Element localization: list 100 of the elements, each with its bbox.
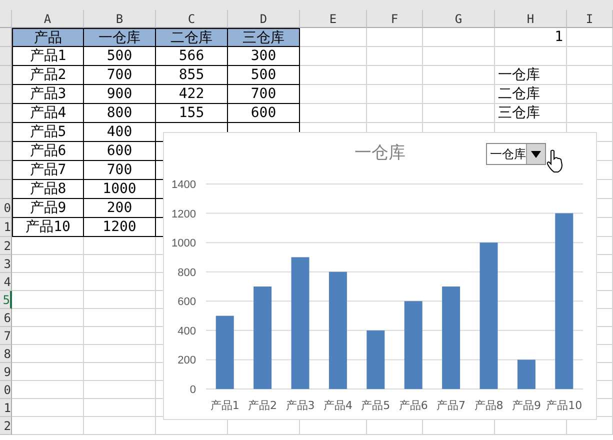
header-cell: 产品 bbox=[12, 28, 84, 47]
row-header[interactable]: 5 bbox=[0, 291, 12, 309]
y-tick-label: 400 bbox=[178, 325, 196, 338]
table-cell bbox=[300, 47, 367, 66]
bar bbox=[517, 360, 536, 389]
x-category-label: 产品9 bbox=[512, 399, 541, 412]
row-header[interactable] bbox=[0, 85, 12, 104]
table-cell bbox=[300, 66, 367, 85]
table-cell bbox=[12, 237, 84, 255]
table-cell: 产品7 bbox=[12, 161, 84, 180]
row-header[interactable]: 4 bbox=[0, 273, 12, 291]
y-tick-label: 600 bbox=[178, 296, 196, 308]
table-cell bbox=[12, 399, 84, 417]
warehouse-dropdown[interactable]: 一仓库 bbox=[486, 143, 546, 165]
row-header[interactable]: 2 bbox=[0, 417, 12, 435]
y-tick-label: 800 bbox=[178, 266, 196, 279]
x-category-label: 产品5 bbox=[361, 399, 390, 412]
row-header[interactable]: 8 bbox=[0, 345, 12, 363]
x-category-label: 产品4 bbox=[323, 399, 352, 412]
table-cell: 500 bbox=[228, 66, 300, 85]
caret-icon bbox=[531, 150, 541, 158]
y-tick-label: 0 bbox=[190, 384, 196, 396]
column-header[interactable]: A bbox=[12, 10, 84, 28]
row-header[interactable] bbox=[0, 28, 12, 47]
row-header[interactable] bbox=[0, 104, 12, 123]
table-cell: 400 bbox=[84, 123, 156, 142]
table-cell: 700 bbox=[84, 161, 156, 180]
table-cell: 产品8 bbox=[12, 180, 84, 199]
dropdown-button[interactable] bbox=[526, 144, 545, 164]
table-cell: 一仓库 bbox=[495, 66, 567, 85]
header-cell: 三仓库 bbox=[228, 28, 300, 47]
column-header[interactable]: D bbox=[228, 10, 300, 28]
row-header[interactable] bbox=[0, 123, 12, 142]
x-category-label: 产品2 bbox=[248, 399, 278, 412]
table-cell bbox=[567, 66, 613, 85]
table-cell: 产品1 bbox=[12, 47, 84, 66]
row-header[interactable]: 6 bbox=[0, 309, 12, 327]
row-header[interactable]: 2 bbox=[0, 237, 12, 255]
table-cell bbox=[12, 417, 84, 435]
column-header[interactable]: F bbox=[367, 10, 423, 28]
table-cell: 155 bbox=[156, 104, 228, 123]
table-cell: 500 bbox=[84, 47, 156, 66]
table-cell: 二仓库 bbox=[495, 85, 567, 104]
chart-title: 一仓库 bbox=[354, 142, 406, 164]
table-cell: 600 bbox=[228, 104, 300, 123]
table-cell: 600 bbox=[84, 142, 156, 161]
x-category-label: 产品1 bbox=[210, 399, 240, 412]
table-cell bbox=[300, 85, 367, 104]
table-cell: 产品9 bbox=[12, 199, 84, 218]
table-cell: 1200 bbox=[84, 218, 156, 237]
row-header[interactable] bbox=[0, 180, 12, 199]
table-cell: 三仓库 bbox=[495, 104, 567, 123]
row-header[interactable] bbox=[0, 142, 12, 161]
table-cell: 900 bbox=[84, 85, 156, 104]
table-cell bbox=[567, 47, 613, 66]
row-header[interactable]: 7 bbox=[0, 327, 12, 345]
row-header[interactable]: 1 bbox=[0, 218, 12, 237]
hand-cursor-icon bbox=[546, 149, 564, 173]
table-cell bbox=[12, 309, 84, 327]
row-header[interactable]: 0 bbox=[0, 381, 12, 399]
row-header[interactable] bbox=[0, 66, 12, 85]
y-tick-label: 200 bbox=[178, 354, 196, 367]
table-cell: 700 bbox=[84, 66, 156, 85]
table-cell bbox=[300, 28, 367, 47]
column-header[interactable]: B bbox=[84, 10, 156, 28]
table-cell: 1000 bbox=[84, 180, 156, 199]
table-cell: 1 bbox=[495, 28, 567, 47]
table-cell bbox=[12, 255, 84, 273]
row-header[interactable]: 9 bbox=[0, 363, 12, 381]
column-header[interactable]: E bbox=[300, 10, 367, 28]
table-cell: 700 bbox=[228, 85, 300, 104]
row-header[interactable]: 0 bbox=[0, 199, 12, 218]
y-tick-label: 1200 bbox=[172, 208, 196, 220]
table-cell bbox=[12, 273, 84, 291]
table-cell bbox=[495, 47, 567, 66]
table-cell: 产品5 bbox=[12, 123, 84, 142]
row-header[interactable]: 1 bbox=[0, 399, 12, 417]
table-cell bbox=[12, 363, 84, 381]
table-cell: 产品2 bbox=[12, 66, 84, 85]
x-category-label: 产品6 bbox=[398, 399, 428, 412]
table-cell bbox=[423, 47, 495, 66]
table-cell bbox=[367, 66, 423, 85]
table-cell: 200 bbox=[84, 199, 156, 218]
x-category-label: 产品8 bbox=[474, 399, 504, 412]
row-header[interactable] bbox=[0, 161, 12, 180]
table-cell bbox=[567, 28, 613, 47]
table-cell bbox=[84, 417, 156, 435]
table-cell: 产品4 bbox=[12, 104, 84, 123]
select-all-corner[interactable] bbox=[0, 10, 12, 28]
table-cell bbox=[367, 28, 423, 47]
column-header[interactable]: I bbox=[567, 10, 613, 28]
table-cell: 产品6 bbox=[12, 142, 84, 161]
row-header[interactable]: 3 bbox=[0, 255, 12, 273]
table-cell bbox=[12, 291, 84, 309]
column-header[interactable]: H bbox=[495, 10, 567, 28]
row-header[interactable] bbox=[0, 47, 12, 66]
table-cell: 566 bbox=[156, 47, 228, 66]
column-header[interactable]: C bbox=[156, 10, 228, 28]
table-cell bbox=[12, 381, 84, 399]
column-header[interactable]: G bbox=[423, 10, 495, 28]
